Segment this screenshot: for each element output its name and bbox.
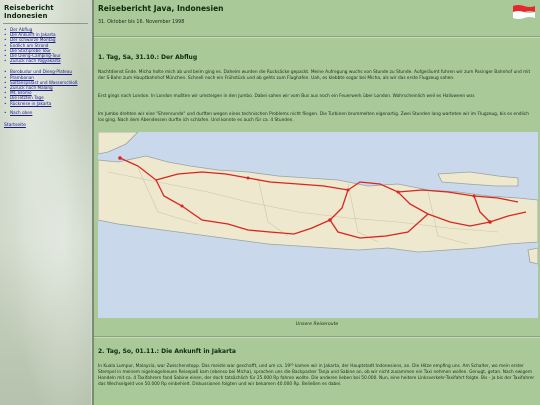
city-marker	[396, 190, 400, 194]
day1-paragraph-1: Nachtdienst Ende. Micha holte mich ab un…	[98, 70, 531, 81]
sidebar-frame: Reisebericht Indonesien Der Abflug Die A…	[0, 0, 91, 405]
sidebar-back-link[interactable]: Nach oben	[4, 110, 91, 115]
content-frame: Reisebericht Java, Indonesien 31. Oktobe…	[94, 0, 540, 405]
city-marker	[488, 220, 492, 224]
day2-heading: 2. Tag, So, 01.11.: Die Ankunft in Jakar…	[98, 348, 236, 355]
travel-dates: 31. Oktober bis 16. November 1998	[98, 20, 185, 25]
sidebar-divider	[3, 23, 88, 24]
section-divider	[94, 36, 540, 38]
startseite-link[interactable]: Startseite	[0, 115, 91, 128]
day1-paragraph-3: Im Jumbo drehten wir eine "Ehrenrunde" u…	[98, 112, 529, 123]
section-divider	[94, 336, 540, 338]
city-marker	[118, 156, 122, 160]
sidebar-nav-list: Der Abflug Die Ankunft in Jakarta Der sc…	[0, 27, 91, 64]
page-title: Reisebericht Java, Indonesien	[98, 4, 224, 13]
day1-paragraph-2: Erst gings nach London. In London mußten…	[98, 94, 476, 99]
city-marker	[346, 188, 350, 192]
sidebar-title: Reisebericht Indonesien	[4, 4, 54, 20]
city-marker	[328, 218, 332, 222]
city-marker	[246, 176, 250, 180]
city-marker	[180, 204, 184, 208]
sidebar-nav-list-2: Borobudur und Dieng-Plateau Prambanan Su…	[0, 69, 91, 115]
java-route-map	[98, 132, 538, 318]
day1-heading: 1. Tag, Sa, 31.10.: Der Abflug	[98, 54, 198, 61]
day2-paragraph-1: In Kuala Lumpur, Malaysia, war Zwischens…	[98, 364, 535, 387]
sidebar-link[interactable]: Zurück nach Yogyakarta	[4, 58, 91, 63]
indonesia-flag-icon	[513, 5, 535, 19]
sidebar-link[interactable]: Rückreise in Jakarta	[4, 101, 91, 106]
map-caption: Unsere Reiseroute	[295, 322, 339, 327]
city-marker	[472, 194, 476, 198]
